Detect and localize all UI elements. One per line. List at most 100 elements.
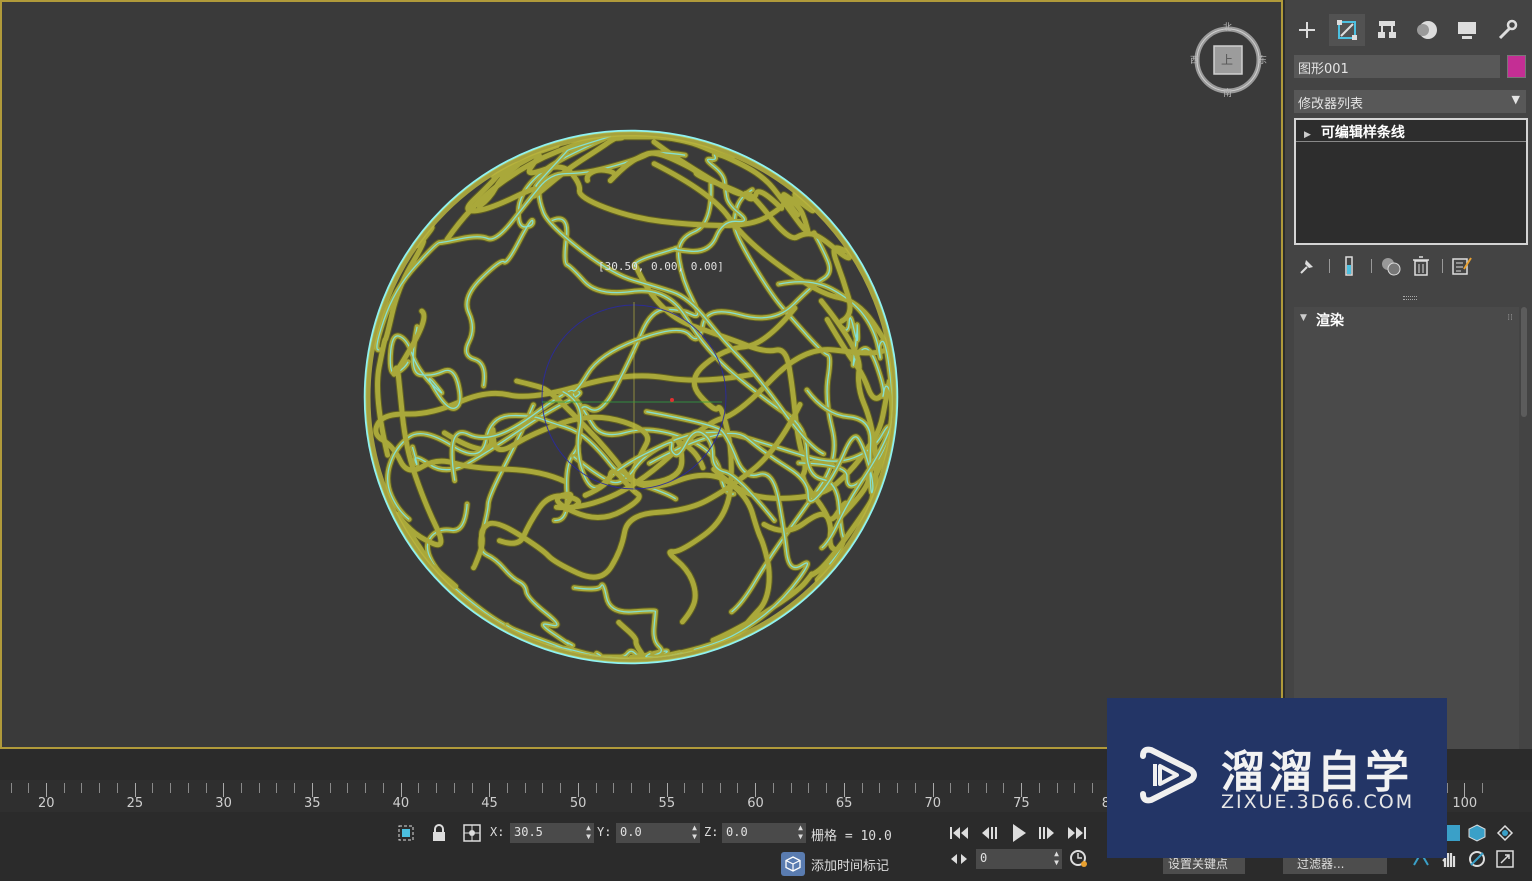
timeline-tick-label: 70 [924, 796, 942, 811]
timeline-tick [719, 783, 721, 793]
timeline-tick [897, 783, 899, 793]
lock-icon[interactable] [428, 822, 450, 844]
next-frame-icon[interactable] [1034, 822, 1060, 844]
timeline-tick-label: 100 [1452, 796, 1478, 811]
timeline-tick-label: 35 [303, 796, 321, 811]
current-frame-spinner[interactable]: 0 ▲ ▼ [976, 849, 1062, 869]
viewcube-north-label: 北 [1223, 23, 1233, 33]
timeline-tick [932, 783, 934, 797]
command-panel-tabs [1285, 14, 1532, 46]
previous-frame-icon[interactable] [976, 822, 1002, 844]
z-value: 0.0 [726, 825, 748, 839]
modifier-list-label: 修改器列表 [1298, 97, 1364, 112]
timeline-tick [28, 783, 30, 793]
timeline-tick-label: 55 [658, 796, 676, 811]
frame-value: 0 [980, 851, 988, 865]
play-icon[interactable] [1006, 822, 1032, 844]
viewcube[interactable]: 上 北 南 东 西 [1190, 22, 1268, 99]
z-coordinate-spinner[interactable]: 0.0 ▲ ▼ [722, 823, 806, 843]
go-to-start-icon[interactable] [946, 822, 972, 844]
timeline-tick [542, 783, 544, 793]
timeline-tick-label: 40 [392, 796, 410, 811]
arc-rotate-icon[interactable] [1466, 848, 1488, 870]
time-configuration-icon[interactable] [1068, 848, 1090, 870]
timeline-tick [1021, 783, 1023, 797]
utilities-wrench-icon[interactable] [1489, 14, 1525, 46]
timeline-tick [10, 783, 12, 793]
time-tag-cube-icon [781, 852, 805, 876]
command-panel: 图形001 修改器列表 ▼ ▶ 可编辑样条线 ▼ 渲染 ⁞⁞ [1285, 0, 1532, 749]
timeline-tick [453, 783, 455, 793]
timeline-tick [595, 783, 597, 793]
timeline-tick [329, 783, 331, 793]
timeline-tick [879, 783, 881, 793]
render-rollout: ▼ 渲染 ⁞⁞ [1294, 307, 1519, 749]
rollout-drag-handle[interactable] [1403, 296, 1417, 300]
orbit-icon[interactable] [1494, 822, 1516, 844]
timeline-tick [276, 783, 278, 793]
z-label: Z: [704, 825, 719, 839]
timeline-tick [170, 783, 172, 793]
viewcube-top-label: 上 [1221, 53, 1234, 67]
timeline-tick [702, 783, 703, 793]
add-time-tag-button[interactable]: 添加时间标记 [781, 852, 889, 876]
maximize-viewport-icon[interactable] [1494, 848, 1516, 870]
x-coordinate-spinner[interactable]: 30.5 ▲ ▼ [510, 823, 594, 843]
perspective-viewport[interactable]: [30.50, 0.00, 0.00] 上 北 南 东 西 [0, 0, 1283, 749]
motion-icon[interactable] [1409, 14, 1445, 46]
timeline-tick [116, 783, 118, 793]
remove-modifier-trash-icon[interactable] [1408, 252, 1434, 280]
timeline-tick [471, 783, 473, 793]
timeline-tick [666, 783, 668, 797]
watermark-play-logo-icon [1140, 746, 1197, 804]
timeline-tick [843, 783, 845, 797]
object-name-field[interactable]: 图形001 [1294, 55, 1500, 78]
expand-triangle-icon[interactable]: ▶ [1304, 130, 1311, 140]
timeline-tick-label: 25 [126, 796, 144, 811]
rollout-title[interactable]: 渲染 [1316, 310, 1344, 330]
y-label: Y: [597, 825, 612, 839]
go-to-end-icon[interactable] [1064, 822, 1090, 844]
timeline-tick [400, 783, 402, 797]
zoom-extents-selected-icon[interactable] [1466, 822, 1488, 844]
timeline-tick [914, 783, 916, 793]
timeline-tick-label: 60 [747, 796, 764, 811]
show-end-result-icon[interactable] [1336, 252, 1362, 280]
object-color-swatch[interactable] [1507, 55, 1526, 78]
key-mode-toggle-icon[interactable] [948, 848, 970, 870]
timeline-tick [99, 783, 101, 793]
timeline-tick [577, 783, 579, 797]
display-icon[interactable] [1449, 14, 1485, 46]
absolute-mode-transform-icon[interactable] [461, 822, 483, 844]
pin-stack-icon[interactable] [1294, 252, 1320, 280]
selection-isolate-icon[interactable] [395, 822, 417, 844]
y-coordinate-spinner[interactable]: 0.0 ▲ ▼ [616, 823, 700, 843]
modify-icon[interactable] [1329, 14, 1365, 46]
timeline-tick [1003, 783, 1005, 793]
app-window: [30.50, 0.00, 0.00] 上 北 南 东 西 图形001 修改器列… [0, 0, 1532, 881]
hierarchy-icon[interactable] [1369, 14, 1405, 46]
create-plus-icon[interactable] [1289, 14, 1325, 46]
timeline-tick [1092, 783, 1094, 793]
stack-item-label: 可编辑样条线 [1320, 125, 1405, 141]
timeline-tick [223, 783, 225, 797]
viewcube-west-label: 西 [1190, 56, 1200, 66]
x-value: 30.5 [514, 825, 543, 839]
timeline-tick [134, 783, 136, 797]
grid-size-readout: 栅格 = 10.0 [811, 829, 892, 844]
stack-item-editable-spline[interactable]: ▶ 可编辑样条线 [1296, 120, 1526, 142]
wire-sphere-object[interactable] [2, 2, 1282, 747]
panel-scrollbar[interactable] [1521, 307, 1527, 417]
modifier-stack[interactable]: ▶ 可编辑样条线 [1294, 118, 1528, 245]
collapse-triangle-icon[interactable]: ▼ [1300, 313, 1307, 323]
timeline-tick [258, 783, 260, 793]
timeline-tick [294, 783, 296, 793]
timeline-tick [1038, 783, 1040, 793]
configure-modifier-sets-icon[interactable] [1448, 252, 1474, 280]
timeline-tick [808, 783, 810, 793]
make-unique-icon[interactable] [1378, 252, 1404, 280]
modifier-list-dropdown[interactable]: 修改器列表 ▼ [1294, 90, 1526, 113]
timeline-tick-label: 30 [215, 796, 232, 811]
add-time-tag-label: 添加时间标记 [811, 858, 890, 874]
coordinate-readout: [30.50, 0.00, 0.00] [598, 260, 724, 273]
